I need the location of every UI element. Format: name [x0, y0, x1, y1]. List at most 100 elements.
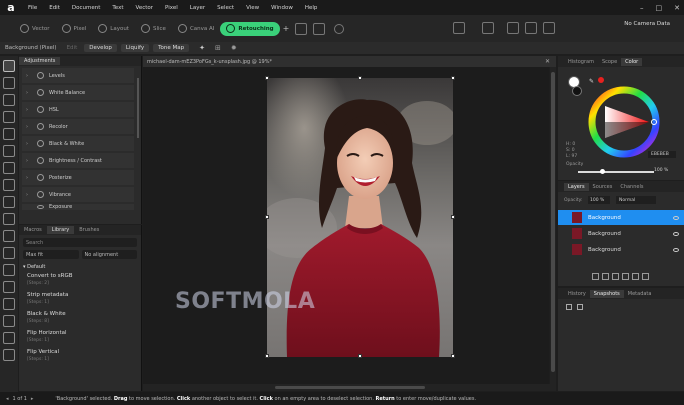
marquee-icon[interactable]: [3, 128, 15, 140]
secondary-color-swatch[interactable]: [572, 86, 582, 96]
add-snapshot-icon[interactable]: [566, 304, 572, 310]
red-eye-icon[interactable]: [3, 281, 15, 293]
tab-scope[interactable]: Scope: [598, 58, 621, 66]
selection-handle[interactable]: [265, 215, 269, 219]
tab-layers[interactable]: Layers: [564, 182, 589, 191]
tab-color[interactable]: Color: [621, 57, 643, 66]
close-document-icon[interactable]: ✕: [545, 58, 550, 65]
restore-snapshot-icon[interactable]: [577, 304, 583, 310]
horizontal-scroll-thumb[interactable]: [275, 386, 425, 389]
alignment-select[interactable]: No alignment: [81, 250, 137, 259]
selection-handle[interactable]: [265, 354, 269, 358]
menu-document[interactable]: Document: [66, 5, 107, 11]
blend-mode-select[interactable]: Normal: [616, 196, 656, 204]
adjustment-brightness-contrast[interactable]: › Brightness / Contrast: [22, 153, 134, 168]
page-prev-icon[interactable]: ◂: [6, 396, 9, 402]
selection-handle[interactable]: [451, 76, 455, 80]
magic-wand-icon[interactable]: ✦: [199, 44, 205, 52]
persona-vector[interactable]: Vector: [14, 22, 56, 36]
document-image[interactable]: [267, 78, 453, 357]
close-icon[interactable]: ✕: [674, 4, 680, 12]
opacity-slider-handle[interactable]: [600, 169, 605, 174]
tab-channels[interactable]: Channels: [616, 183, 647, 191]
view-tool-icon[interactable]: [3, 77, 15, 89]
mask-icon[interactable]: [295, 22, 308, 35]
tab-metadata[interactable]: Metadata: [624, 290, 656, 298]
page-next-icon[interactable]: ▸: [31, 396, 34, 402]
tone-map-button[interactable]: Tone Map: [153, 44, 190, 52]
selection-icon[interactable]: [313, 22, 326, 35]
pen-icon[interactable]: [3, 332, 15, 344]
layer-row[interactable]: Background: [558, 210, 684, 225]
fill-icon[interactable]: [3, 230, 15, 242]
selection-handle[interactable]: [358, 76, 362, 80]
visibility-eye-icon[interactable]: [673, 215, 679, 220]
recent-color-swatch[interactable]: [598, 77, 604, 83]
selection-handle[interactable]: [358, 354, 362, 358]
menu-file[interactable]: File: [22, 5, 43, 11]
persona-layout[interactable]: Layout: [92, 22, 135, 36]
adjustment-black-white[interactable]: › Black & White: [22, 136, 134, 151]
persona-canva-ai[interactable]: Canva AI: [172, 22, 220, 36]
menu-text[interactable]: Text: [106, 5, 129, 11]
clone-icon[interactable]: [3, 196, 15, 208]
tab-histogram[interactable]: Histogram: [564, 58, 598, 66]
tab-library[interactable]: Library: [46, 226, 75, 234]
adjustment-vibrance[interactable]: › Vibrance: [22, 187, 134, 202]
adjustment-white-balance[interactable]: › White Balance: [22, 85, 134, 100]
eyedropper-icon[interactable]: ✎: [589, 78, 594, 85]
selection-handle[interactable]: [451, 354, 455, 358]
adjustment-recolor[interactable]: › Recolor: [22, 119, 134, 134]
blemish-icon[interactable]: [3, 264, 15, 276]
macro-item[interactable]: Flip Vertical [Steps: 1]: [27, 349, 137, 368]
healing-icon[interactable]: [3, 247, 15, 259]
menu-layer[interactable]: Layer: [184, 5, 211, 11]
layer-group-icon[interactable]: [622, 273, 629, 280]
layer-row[interactable]: Background: [558, 226, 684, 241]
layer-fx-icon[interactable]: [602, 273, 609, 280]
adjustment-exposure[interactable]: Exposure: [22, 204, 134, 210]
layer-adjust-icon[interactable]: [592, 273, 599, 280]
macro-item[interactable]: Convert to sRGB [Steps: 2]: [27, 273, 137, 292]
menu-select[interactable]: Select: [211, 5, 240, 11]
liquify-button[interactable]: Liquify: [120, 44, 150, 52]
persona-slice[interactable]: Slice: [135, 22, 172, 36]
tab-adjustments[interactable]: Adjustments: [19, 57, 61, 65]
library-search-input[interactable]: Search: [23, 238, 137, 247]
color-wheel[interactable]: [588, 86, 660, 158]
text-icon[interactable]: [3, 298, 15, 310]
minimize-icon[interactable]: –: [640, 4, 644, 12]
macro-item[interactable]: Flip Horizontal [Steps: 1]: [27, 330, 137, 349]
layer-mask-icon[interactable]: [612, 273, 619, 280]
delete-layer-icon[interactable]: [642, 273, 649, 280]
shape-icon[interactable]: [3, 315, 15, 327]
add-layer-icon[interactable]: [632, 273, 639, 280]
selection-handle[interactable]: [451, 215, 455, 219]
tab-sources[interactable]: Sources: [589, 183, 617, 191]
maximize-icon[interactable]: □: [656, 4, 663, 12]
move-tool-icon[interactable]: [3, 60, 15, 72]
color-picker-icon[interactable]: [3, 349, 15, 361]
opacity-slider[interactable]: [578, 171, 654, 173]
tab-brushes[interactable]: Brushes: [74, 226, 104, 234]
fit-select[interactable]: Max fit: [23, 250, 79, 259]
layer-row[interactable]: Background: [558, 242, 684, 257]
arrange-icon[interactable]: [525, 22, 537, 34]
crop-icon[interactable]: [3, 145, 15, 157]
develop-button[interactable]: Develop: [84, 44, 117, 52]
brush-icon[interactable]: [3, 162, 15, 174]
vertical-scroll-thumb[interactable]: [551, 72, 555, 372]
menu-view[interactable]: View: [240, 5, 265, 11]
layer-options-icon[interactable]: ⊞: [215, 44, 221, 52]
menu-pixel[interactable]: Pixel: [159, 5, 184, 11]
app-logo-icon[interactable]: a: [0, 0, 22, 15]
adjustment-hsl[interactable]: › HSL: [22, 102, 134, 117]
persona-retouching[interactable]: Retouching: [220, 21, 280, 36]
menu-edit[interactable]: Edit: [43, 5, 66, 11]
eraser-icon[interactable]: [3, 213, 15, 225]
persona-pixel[interactable]: Pixel: [56, 22, 93, 36]
add-persona-icon[interactable]: +: [283, 24, 290, 33]
assistant-icon[interactable]: [507, 22, 519, 34]
visibility-eye-icon[interactable]: [673, 247, 679, 252]
menu-window[interactable]: Window: [265, 5, 299, 11]
